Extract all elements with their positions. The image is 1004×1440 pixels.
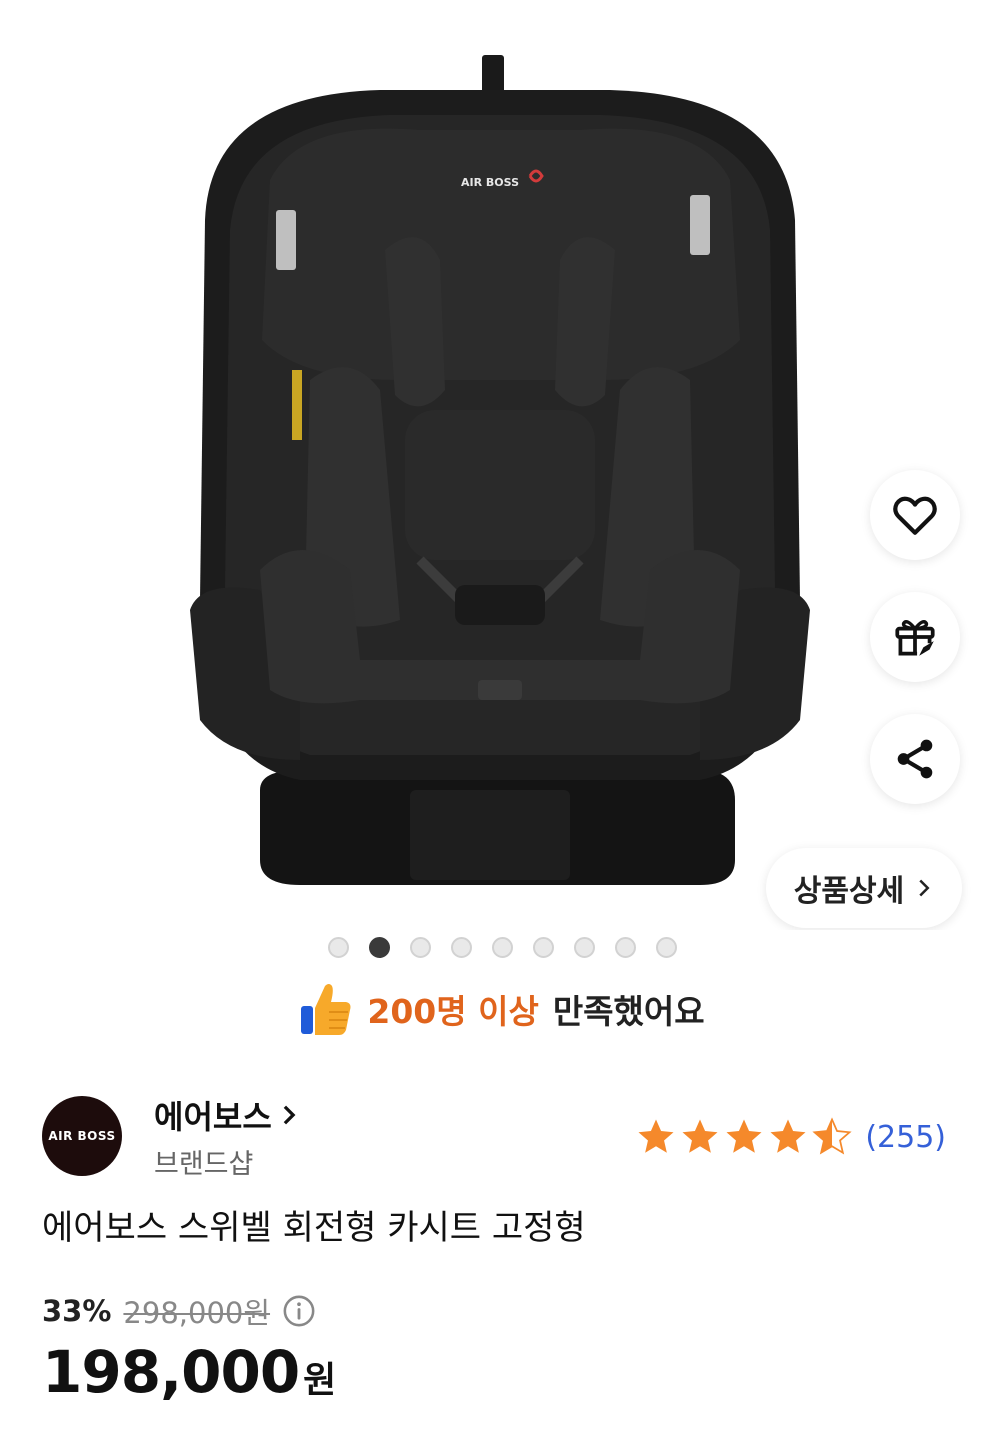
carousel-dot[interactable]	[492, 937, 513, 958]
gift-icon	[895, 620, 935, 656]
brand-name: 에어보스	[154, 1098, 272, 1136]
star-full-icon	[682, 1119, 718, 1153]
star-half-icon	[812, 1117, 852, 1155]
brand-row: AIR BOSS 에어보스 브랜드샵 (255)	[42, 1092, 962, 1182]
carousel-dot[interactable]	[451, 937, 472, 958]
share-button[interactable]	[870, 714, 960, 804]
brand-name-link[interactable]: 에어보스	[154, 1092, 298, 1138]
carousel-dot[interactable]	[615, 937, 636, 958]
product-title: 에어보스 스위벨 회전형 카시트 고정형	[42, 1208, 586, 1248]
discount-rate: 33%	[42, 1294, 112, 1328]
heart-icon	[893, 496, 937, 535]
gift-button[interactable]	[870, 592, 960, 682]
star-full-icon	[770, 1119, 806, 1153]
carousel-dot[interactable]	[328, 937, 349, 958]
thumbs-up-icon	[301, 984, 351, 1035]
review-count[interactable]: (255)	[865, 1120, 946, 1155]
original-price-row: 33% 298,000원	[42, 1290, 316, 1332]
info-icon[interactable]	[282, 1294, 316, 1328]
satisfaction-banner: 200명 이상 만족했어요	[0, 980, 1004, 1038]
currency-label: 원	[303, 1360, 337, 1401]
brand-logo[interactable]: AIR BOSS	[42, 1096, 122, 1176]
rating[interactable]: (255)	[635, 1116, 946, 1158]
carousel-dot[interactable]	[574, 937, 595, 958]
brand-logo-text: AIR BOSS	[48, 1129, 116, 1143]
carousel-dot-active[interactable]	[369, 937, 390, 958]
sale-price: 198,000	[42, 1338, 300, 1406]
chevron-right-icon	[919, 879, 930, 897]
original-price: 298,000원	[123, 1296, 271, 1330]
seat-logo-text: AIR BOSS	[461, 176, 519, 189]
car-seat-image: AIR BOSS	[190, 55, 810, 885]
star-full-icon	[726, 1119, 762, 1153]
satisfaction-text: 만족했어요	[552, 992, 705, 1031]
brand-subtitle: 브랜드샵	[154, 1149, 254, 1180]
chevron-right-icon	[283, 1105, 296, 1125]
product-detail-button[interactable]: 상품상세	[766, 848, 962, 928]
carousel-dot[interactable]	[410, 937, 431, 958]
star-full-icon	[638, 1119, 674, 1153]
carousel-dot[interactable]	[533, 937, 554, 958]
sale-price-row: 198,000 원	[42, 1338, 336, 1406]
product-image-area[interactable]: AIR BOSS 상품상세	[0, 0, 1004, 930]
satisfaction-count: 200명 이상	[367, 992, 539, 1031]
carousel-dot[interactable]	[656, 937, 677, 958]
carousel-indicator	[328, 937, 677, 958]
share-icon	[897, 739, 933, 779]
product-detail-label: 상품상세	[793, 874, 905, 909]
wishlist-button[interactable]	[870, 470, 960, 560]
